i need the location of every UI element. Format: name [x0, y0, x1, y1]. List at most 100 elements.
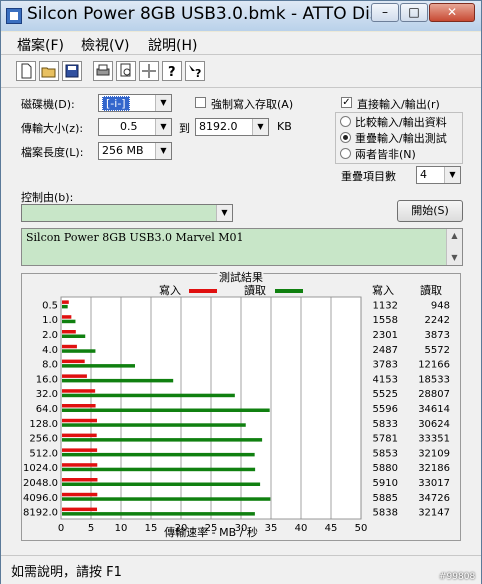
y-category-label: 8.0 — [42, 360, 58, 371]
y-category-label: 0.5 — [42, 300, 58, 311]
write-bar — [62, 359, 85, 364]
title-bar[interactable]: Silcon Power 8GB USB3.0.bmk - ATTO Disk … — [1, 1, 481, 31]
legend-write-swatch — [189, 289, 217, 293]
menu-file[interactable]: 檔案(F) — [17, 35, 64, 55]
file-length-label: 檔案長度(L): — [21, 146, 84, 159]
print-preview-icon[interactable] — [116, 61, 136, 81]
controlled-by-label: 控制由(b): — [21, 191, 74, 204]
io-overlap-label: 重疊輸入/輸出測試 — [355, 132, 447, 145]
menu-help[interactable]: 說明(H) — [148, 35, 197, 55]
read-value: 5572 — [425, 345, 450, 356]
x-tick-label: 10 — [115, 523, 128, 534]
io-neither-radio[interactable] — [340, 148, 351, 159]
app-window: Silcon Power 8GB USB3.0.bmk - ATTO Disk … — [0, 0, 482, 584]
results-title: 測試結果 — [219, 270, 263, 284]
scroll-up-icon[interactable]: ▲ — [447, 229, 462, 243]
write-value: 4153 — [373, 374, 398, 385]
write-value: 5853 — [373, 448, 398, 459]
chevron-down-icon[interactable]: ▼ — [444, 167, 460, 183]
transfer-to-select[interactable]: 8192.0 ▼ — [195, 118, 269, 136]
results-chart: 測試結果 寫入 讀取 寫入 讀取 0 5 10 15 20 25 30 35 40 45 500.5… — [23, 268, 450, 539]
file-length-select[interactable]: 256 MB ▼ — [98, 142, 172, 160]
description-textarea[interactable]: Silcon Power 8GB USB3.0 Marvel M01 ▲ ▼ — [21, 228, 463, 266]
status-bar: 如需說明，請按 F1 #99808 — [1, 555, 481, 584]
print-icon[interactable] — [93, 61, 113, 81]
app-icon[interactable] — [6, 8, 22, 24]
write-value: 2487 — [373, 345, 398, 356]
chevron-down-icon[interactable]: ▼ — [155, 119, 171, 135]
read-value: 18533 — [418, 374, 450, 385]
write-bar — [62, 418, 97, 423]
io-overlap-radio[interactable] — [340, 132, 351, 143]
move-icon[interactable] — [139, 61, 159, 81]
read-value: 12166 — [418, 360, 450, 371]
scroll-down-icon[interactable]: ▼ — [447, 251, 462, 265]
read-value: 32186 — [418, 463, 450, 474]
write-value: 5880 — [373, 463, 398, 474]
write-bar — [62, 507, 98, 512]
write-bar — [62, 404, 96, 408]
context-help-icon[interactable]: ? — [185, 61, 205, 81]
watermark-text: #99808 — [439, 572, 476, 582]
chevron-down-icon[interactable]: ▼ — [155, 95, 171, 111]
y-category-label: 2.0 — [42, 330, 58, 341]
x-tick-label: 50 — [355, 523, 368, 534]
queue-depth-select[interactable]: 4 ▼ — [416, 166, 461, 184]
write-bar — [62, 478, 98, 482]
plot-area: 0 5 10 15 20 25 30 35 40 45 500.5 1132 9481.0 1558 224… — [23, 296, 450, 534]
write-value: 1558 — [373, 315, 398, 326]
chevron-down-icon[interactable]: ▼ — [216, 205, 232, 221]
y-category-label: 1024.0 — [23, 463, 58, 474]
read-bar — [62, 378, 174, 383]
io-neither-label: 兩者皆非(N) — [355, 148, 416, 161]
open-icon[interactable] — [39, 61, 59, 81]
direct-io-checkbox[interactable]: ✓ — [341, 97, 352, 108]
read-bar — [62, 423, 246, 427]
transfer-unit: KB — [277, 120, 292, 133]
minimize-button[interactable]: – — [371, 3, 399, 22]
read-bar — [62, 452, 255, 457]
drive-select[interactable]: [-i-] ▼ — [98, 94, 172, 112]
y-category-label: 2048.0 — [23, 478, 58, 489]
transfer-to-value: 8192.0 — [199, 120, 238, 133]
main-panel: 磁碟機(D): [-i-] ▼ 強制寫入存取(A) ✓ 直接輸入/輸出(r) 傳輸… — [1, 88, 481, 555]
y-category-label: 32.0 — [36, 389, 58, 400]
new-icon[interactable] — [16, 61, 36, 81]
x-tick-label: 35 — [265, 523, 278, 534]
x-tick-label: 45 — [325, 523, 338, 534]
x-axis-label: 傳輸速率 - MB / 秒 — [164, 525, 258, 539]
read-bar — [62, 408, 270, 412]
y-category-label: 4.0 — [42, 345, 58, 356]
drive-value: [-i-] — [102, 96, 130, 111]
read-value: 28807 — [418, 389, 450, 400]
write-bar — [62, 492, 98, 497]
write-value: 5910 — [373, 478, 398, 489]
menu-view[interactable]: 檢視(V) — [81, 35, 130, 55]
transfer-to-label: 到 — [179, 122, 190, 135]
transfer-size-label: 傳輸大小(z): — [21, 122, 84, 135]
help-icon[interactable]: ? — [162, 61, 182, 81]
io-compare-radio[interactable] — [340, 116, 351, 127]
close-button[interactable]: ✕ — [429, 3, 475, 22]
chevron-down-icon[interactable]: ▼ — [155, 143, 171, 159]
status-text: 如需說明，請按 F1 — [11, 565, 122, 580]
x-tick-label: 5 — [88, 523, 94, 534]
description-text: Silcon Power 8GB USB3.0 Marvel M01 — [26, 231, 244, 244]
write-bar — [62, 330, 76, 334]
read-value: 948 — [431, 300, 450, 311]
description-scrollbar[interactable]: ▲ ▼ — [446, 229, 462, 265]
write-value: 5885 — [373, 493, 398, 504]
col-write-header: 寫入 — [372, 283, 394, 297]
maximize-button[interactable]: □ — [400, 3, 428, 22]
chevron-down-icon[interactable]: ▼ — [252, 119, 268, 135]
start-button[interactable]: 開始(S) — [397, 200, 463, 222]
menu-bar: 檔案(F) 檢視(V) 說明(H) — [1, 32, 481, 55]
read-bar — [62, 482, 261, 486]
force-write-checkbox[interactable] — [195, 97, 206, 108]
io-compare-label: 比較輸入/輸出資料 — [355, 116, 447, 129]
transfer-from-select[interactable]: 0.5 ▼ — [98, 118, 172, 136]
read-bar — [62, 304, 68, 309]
controlled-by-select[interactable]: ▼ — [21, 204, 233, 222]
y-category-label: 16.0 — [36, 374, 58, 385]
save-icon[interactable] — [62, 61, 82, 81]
